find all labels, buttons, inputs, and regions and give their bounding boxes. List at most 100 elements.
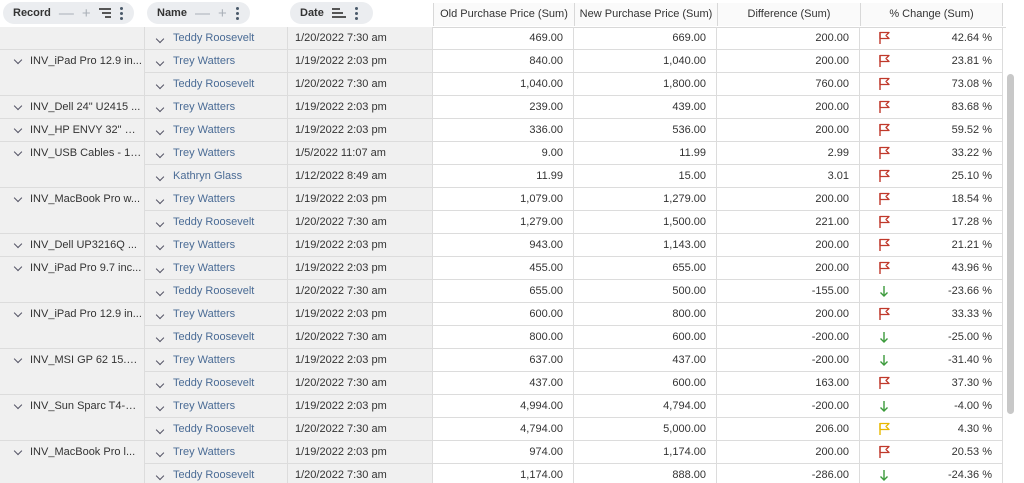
name-link[interactable]: Trey Watters [173, 101, 235, 113]
table-row[interactable]: INV_HP ENVY 32" M... Trey Watters 1/19/2… [0, 119, 1006, 142]
table-row[interactable]: Teddy Roosevelt 1/20/2022 7:30 am 655.00… [0, 280, 1006, 303]
name-cell[interactable]: Trey Watters [145, 257, 288, 280]
record-column-menu-icon[interactable] [119, 6, 123, 20]
name-link[interactable]: Trey Watters [173, 308, 235, 320]
name-cell[interactable]: Trey Watters [145, 234, 288, 257]
chevron-down-icon[interactable] [155, 425, 165, 435]
expand-icon[interactable]: + [82, 6, 91, 21]
record-cell[interactable]: INV_iPad Pro 12.9 in... [0, 303, 145, 326]
record-cell[interactable] [0, 418, 145, 441]
name-link[interactable]: Trey Watters [173, 147, 235, 159]
name-cell[interactable]: Teddy Roosevelt [145, 326, 288, 349]
record-cell[interactable] [0, 280, 145, 303]
sort-icon[interactable] [331, 8, 346, 18]
record-cell[interactable] [0, 464, 145, 483]
name-link[interactable]: Teddy Roosevelt [173, 423, 254, 435]
name-cell[interactable]: Trey Watters [145, 303, 288, 326]
name-link[interactable]: Trey Watters [173, 446, 235, 458]
table-row[interactable]: Teddy Roosevelt 1/20/2022 7:30 am 469.00… [0, 27, 1006, 50]
chevron-down-icon[interactable] [13, 124, 23, 134]
name-cell[interactable]: Teddy Roosevelt [145, 27, 288, 50]
chevron-down-icon[interactable] [155, 172, 165, 182]
scrollbar-thumb[interactable] [1007, 74, 1014, 414]
name-link[interactable]: Kathryn Glass [173, 170, 242, 182]
name-cell[interactable]: Trey Watters [145, 441, 288, 464]
chevron-down-icon[interactable] [155, 356, 165, 366]
record-column-header[interactable]: Record — + [3, 2, 134, 24]
record-cell[interactable]: INV_Dell 24" U2415 ... [0, 96, 145, 119]
name-link[interactable]: Teddy Roosevelt [173, 78, 254, 90]
chevron-down-icon[interactable] [13, 239, 23, 249]
chevron-down-icon[interactable] [155, 195, 165, 205]
name-cell[interactable]: Trey Watters [145, 188, 288, 211]
name-link[interactable]: Trey Watters [173, 400, 235, 412]
name-link[interactable]: Teddy Roosevelt [173, 331, 254, 343]
chevron-down-icon[interactable] [155, 287, 165, 297]
table-row[interactable]: Teddy Roosevelt 1/20/2022 7:30 am 1,040.… [0, 73, 1006, 96]
record-cell[interactable] [0, 73, 145, 96]
group-sort-icon[interactable] [98, 8, 111, 18]
difference-header[interactable]: Difference (Sum) [717, 3, 860, 26]
chevron-down-icon[interactable] [155, 448, 165, 458]
name-link[interactable]: Teddy Roosevelt [173, 32, 254, 44]
table-row[interactable]: INV_MSI GP 62 15.6 ... Trey Watters 1/19… [0, 349, 1006, 372]
name-cell[interactable]: Kathryn Glass [145, 165, 288, 188]
record-cell[interactable]: INV_Dell UP3216Q ... [0, 234, 145, 257]
name-cell[interactable]: Teddy Roosevelt [145, 280, 288, 303]
name-link[interactable]: Trey Watters [173, 239, 235, 251]
chevron-down-icon[interactable] [155, 264, 165, 274]
name-link[interactable]: Trey Watters [173, 262, 235, 274]
table-row[interactable]: INV_Dell UP3216Q ... Trey Watters 1/19/2… [0, 234, 1006, 257]
table-row[interactable]: INV_iPad Pro 12.9 in... Trey Watters 1/1… [0, 50, 1006, 73]
name-cell[interactable]: Trey Watters [145, 96, 288, 119]
name-cell[interactable]: Trey Watters [145, 50, 288, 73]
chevron-down-icon[interactable] [13, 354, 23, 364]
table-row[interactable]: INV_iPad Pro 9.7 inc... Trey Watters 1/1… [0, 257, 1006, 280]
table-row[interactable]: Teddy Roosevelt 1/20/2022 7:30 am 800.00… [0, 326, 1006, 349]
chevron-down-icon[interactable] [13, 262, 23, 272]
date-column-menu-icon[interactable] [354, 6, 358, 20]
record-cell[interactable] [0, 372, 145, 395]
chevron-down-icon[interactable] [13, 193, 23, 203]
chevron-down-icon[interactable] [155, 402, 165, 412]
chevron-down-icon[interactable] [155, 379, 165, 389]
record-cell[interactable]: INV_iPad Pro 9.7 inc... [0, 257, 145, 280]
table-row[interactable]: INV_Dell 24" U2415 ... Trey Watters 1/19… [0, 96, 1006, 119]
table-row[interactable]: Teddy Roosevelt 1/20/2022 7:30 am 437.00… [0, 372, 1006, 395]
chevron-down-icon[interactable] [13, 55, 23, 65]
record-cell[interactable]: INV_MSI GP 62 15.6 ... [0, 349, 145, 372]
record-cell[interactable]: INV_iPad Pro 12.9 in... [0, 50, 145, 73]
chevron-down-icon[interactable] [155, 310, 165, 320]
table-row[interactable]: INV_MacBook Pro w... Trey Watters 1/19/2… [0, 188, 1006, 211]
name-cell[interactable]: Teddy Roosevelt [145, 418, 288, 441]
old-price-header[interactable]: Old Purchase Price (Sum) [433, 3, 574, 26]
name-link[interactable]: Teddy Roosevelt [173, 469, 254, 481]
chevron-down-icon[interactable] [13, 147, 23, 157]
collapse-icon[interactable]: — [59, 6, 74, 21]
chevron-down-icon[interactable] [13, 400, 23, 410]
name-column-menu-icon[interactable] [235, 6, 239, 20]
name-link[interactable]: Trey Watters [173, 354, 235, 366]
name-link[interactable]: Teddy Roosevelt [173, 285, 254, 297]
record-cell[interactable] [0, 165, 145, 188]
chevron-down-icon[interactable] [13, 101, 23, 111]
chevron-down-icon[interactable] [155, 80, 165, 90]
new-price-header[interactable]: New Purchase Price (Sum) [574, 3, 717, 26]
record-cell[interactable]: INV_HP ENVY 32" M... [0, 119, 145, 142]
chevron-down-icon[interactable] [13, 308, 23, 318]
name-cell[interactable]: Teddy Roosevelt [145, 372, 288, 395]
name-link[interactable]: Teddy Roosevelt [173, 216, 254, 228]
name-cell[interactable]: Trey Watters [145, 349, 288, 372]
name-link[interactable]: Trey Watters [173, 124, 235, 136]
chevron-down-icon[interactable] [13, 446, 23, 456]
name-link[interactable]: Teddy Roosevelt [173, 377, 254, 389]
table-row[interactable]: Teddy Roosevelt 1/20/2022 7:30 am 4,794.… [0, 418, 1006, 441]
name-cell[interactable]: Trey Watters [145, 142, 288, 165]
chevron-down-icon[interactable] [155, 241, 165, 251]
chevron-down-icon[interactable] [155, 103, 165, 113]
table-row[interactable]: INV_USB Cables - 10... Trey Watters 1/5/… [0, 142, 1006, 165]
chevron-down-icon[interactable] [155, 218, 165, 228]
name-cell[interactable]: Trey Watters [145, 395, 288, 418]
record-cell[interactable]: INV_MacBook Pro l... [0, 441, 145, 464]
table-row[interactable]: Kathryn Glass 1/12/2022 8:49 am 11.99 15.… [0, 165, 1006, 188]
